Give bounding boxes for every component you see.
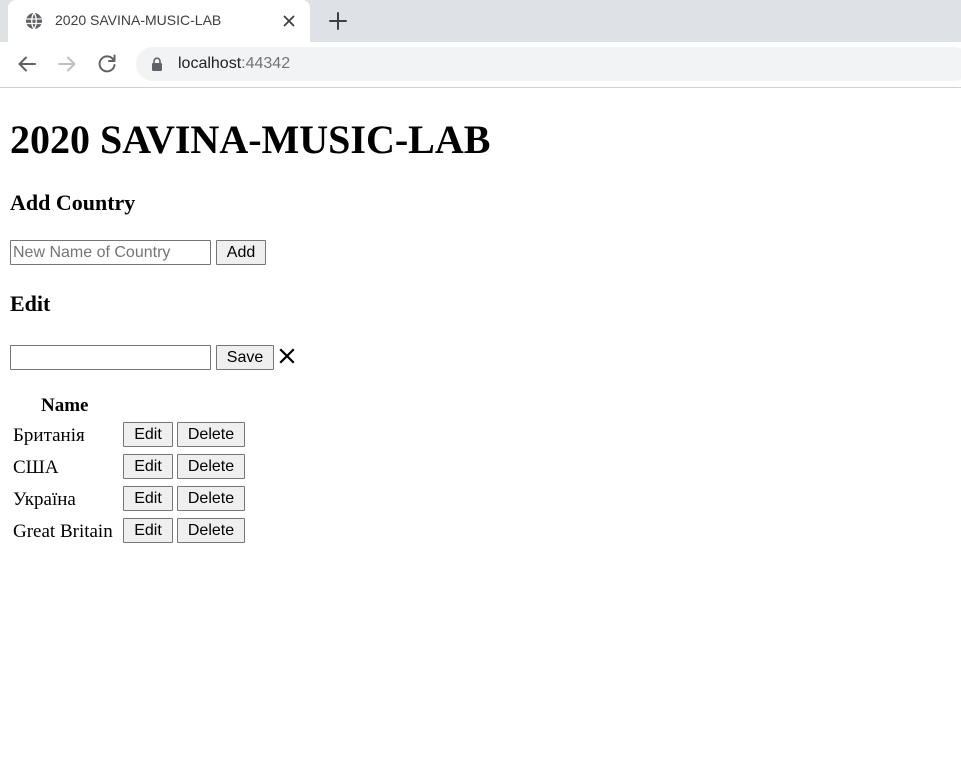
delete-button[interactable]: Delete (177, 486, 245, 511)
arrow-right-icon[interactable] (55, 52, 79, 76)
add-country-heading: Add Country (10, 190, 136, 215)
lock-icon[interactable] (151, 57, 163, 71)
globe-icon (26, 12, 42, 30)
page-title: 2020 SAVINA-MUSIC-LAB (10, 117, 491, 162)
address-bar[interactable]: localhost:44342 (136, 47, 961, 81)
edit-heading: Edit (10, 291, 51, 316)
edit-country-input[interactable] (10, 345, 211, 370)
country-name: Great Britain (13, 521, 113, 542)
edit-button[interactable]: Edit (123, 454, 173, 479)
delete-button[interactable]: Delete (177, 454, 245, 479)
edit-button[interactable]: Edit (123, 486, 173, 511)
new-country-input[interactable] (10, 240, 211, 265)
country-name: Україна (13, 489, 76, 510)
browser-toolbar: localhost:44342 (0, 42, 961, 88)
country-name: Британія (13, 425, 85, 446)
edit-button[interactable]: Edit (123, 518, 173, 543)
url-text[interactable]: localhost:44342 (178, 55, 290, 73)
close-icon[interactable] (279, 347, 295, 365)
add-button[interactable]: Add (216, 240, 266, 265)
reload-icon[interactable] (95, 52, 119, 76)
page-content: 2020 SAVINA-MUSIC-LAB Add Country Add Ed… (0, 88, 961, 773)
tab-title: 2020 SAVINA-MUSIC-LAB (55, 12, 222, 28)
edit-button[interactable]: Edit (123, 422, 173, 447)
country-name: США (13, 457, 59, 478)
url-port: :44342 (241, 55, 291, 72)
browser-tabstrip: 2020 SAVINA-MUSIC-LAB (0, 0, 961, 42)
delete-button[interactable]: Delete (177, 518, 245, 543)
arrow-left-icon[interactable] (15, 52, 39, 76)
plus-icon[interactable] (327, 10, 349, 32)
url-host: localhost (178, 55, 242, 72)
delete-button[interactable]: Delete (177, 422, 245, 447)
close-icon[interactable] (281, 13, 297, 29)
save-button[interactable]: Save (216, 345, 274, 370)
column-header-name: Name (41, 395, 89, 416)
browser-tab[interactable]: 2020 SAVINA-MUSIC-LAB (8, 0, 310, 42)
